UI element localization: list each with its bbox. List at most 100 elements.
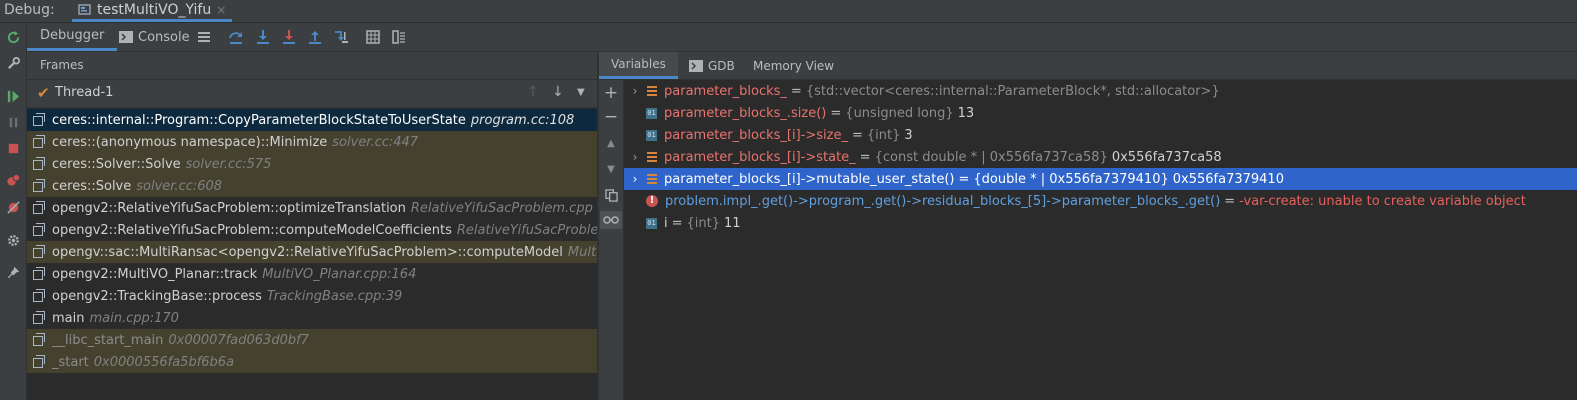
variable-row[interactable]: 01 i = {int} 11 <box>624 212 1577 234</box>
debug-label: Debug: <box>4 2 55 18</box>
rerun-icon[interactable] <box>4 28 22 46</box>
watches-glasses-icon[interactable] <box>600 211 622 229</box>
next-frame-arrow-icon[interactable]: ↓ <box>552 84 564 100</box>
variables-tree: › parameter_blocks_ = {std::vector<ceres::i… <box>624 80 1577 400</box>
stack-frame-row[interactable]: opengv2::MultiVO_Planar::track MultiVO_Pl… <box>27 263 597 285</box>
run-config-icon <box>78 3 91 15</box>
variable-value: 0x556fa7379410 <box>1172 171 1284 187</box>
debug-session-title: testMultiVO_Yifu <box>97 1 212 18</box>
stack-frame-row[interactable]: ceres::internal::Program::CopyParameterB… <box>27 109 597 131</box>
stack-frame-icon <box>33 333 47 347</box>
variable-value: 11 <box>724 215 741 231</box>
stack-frame-location: main.cpp:170 <box>89 310 179 326</box>
variable-error-message: -var-create: unable to create variable o… <box>1239 193 1526 209</box>
stack-frame-location: 0x0000556fa5bf6b6a <box>93 354 235 370</box>
variable-row[interactable]: › parameter_blocks_ = {std::vector<ceres::i… <box>624 80 1577 102</box>
stack-frame-row[interactable]: __libc_start_main 0x00007fad063d0bf7 <box>27 329 597 351</box>
variable-name: parameter_blocks_[i]->state_ <box>664 149 856 165</box>
stack-frame-icon <box>33 245 47 259</box>
check-icon: ✔ <box>37 84 50 102</box>
stack-frame-icon <box>33 113 47 127</box>
stack-frame-row[interactable]: _start 0x0000556fa5bf6b6a <box>27 351 597 373</box>
stack-frame-icon <box>33 355 47 369</box>
variable-value: 0x556fa737ca58 <box>1111 149 1222 165</box>
tab-console[interactable]: Console <box>113 23 196 51</box>
restore-layout-icon[interactable] <box>390 28 408 46</box>
expand-chevron-icon[interactable]: › <box>624 172 646 186</box>
stack-frame-row[interactable]: ceres::Solve solver.cc:608 <box>27 175 597 197</box>
field-icon <box>647 152 657 162</box>
stack-frame-row[interactable]: ceres::Solver::Solve solver.cc:575 <box>27 153 597 175</box>
stack-frame-function: ceres::Solver::Solve <box>52 156 181 172</box>
equals-sign: = <box>1224 193 1236 209</box>
stack-frame-icon <box>33 289 47 303</box>
stack-frame-function: opengv2::RelativeYifuSacProblem::compute… <box>52 222 452 238</box>
force-step-into-icon[interactable] <box>280 28 298 46</box>
mute-breakpoints-icon[interactable] <box>4 198 22 216</box>
tab-variables[interactable]: Variables <box>599 52 678 79</box>
copy-icon[interactable] <box>602 186 620 204</box>
stack-frame-location: MultiRansac.hpp <box>567 244 597 260</box>
remove-watch-icon[interactable]: − <box>602 108 620 126</box>
stack-frame-function: main <box>52 310 85 326</box>
evaluate-table-icon[interactable] <box>364 28 382 46</box>
tab-console-label: Console <box>138 29 190 45</box>
step-out-icon[interactable] <box>306 28 324 46</box>
variable-row[interactable]: › parameter_blocks_[i]->mutable_user_stat… <box>624 168 1577 190</box>
variable-type: {unsigned long} <box>845 105 954 121</box>
pause-icon[interactable] <box>4 113 22 131</box>
pin-icon[interactable] <box>4 263 22 281</box>
move-down-icon[interactable]: ▼ <box>602 161 620 179</box>
stack-frame-icon <box>33 311 47 325</box>
tab-gdb[interactable]: GDB <box>677 52 747 79</box>
step-over-icon[interactable] <box>227 28 245 46</box>
variable-type: {std::vector<ceres::internal::ParameterB… <box>805 83 1220 99</box>
variable-name: problem.impl_.get()->program_.get()->res… <box>665 193 1221 209</box>
stack-frame-row[interactable]: opengv2::RelativeYifuSacProblem::compute… <box>27 219 597 241</box>
stack-frame-function: __libc_start_main <box>52 332 164 348</box>
previous-frame-arrow-icon[interactable]: ↑ <box>527 84 539 100</box>
expand-chevron-icon[interactable]: › <box>624 150 646 164</box>
variables-header: Variables GDB Memory View <box>599 52 1577 80</box>
stack-frame-row[interactable]: opengv::sac::MultiRansac<opengv2::Relati… <box>27 241 597 263</box>
variable-type: {double * | 0x556fa7379410} <box>973 171 1169 187</box>
view-breakpoints-icon[interactable] <box>4 171 22 189</box>
stop-icon[interactable] <box>4 139 22 157</box>
run-to-cursor-icon[interactable] <box>332 28 350 46</box>
gear-icon[interactable] <box>4 231 22 249</box>
stack-frame-row[interactable]: ceres::(anonymous namespace)::Minimize so… <box>27 131 597 153</box>
primitive-value-icon: 01 <box>646 107 657 119</box>
debug-actions-toolbar <box>0 23 27 400</box>
tab-memory-view[interactable]: Memory View <box>741 52 846 79</box>
step-into-icon[interactable] <box>254 28 272 46</box>
tab-debugger[interactable]: Debugger <box>27 23 118 51</box>
stack-frame-function: ceres::internal::Program::CopyParameterB… <box>52 112 466 128</box>
move-up-icon[interactable]: ▲ <box>602 135 620 153</box>
add-watch-icon[interactable]: + <box>602 84 620 102</box>
settings-wrench-icon[interactable] <box>4 54 22 72</box>
equals-sign: = <box>671 215 683 231</box>
variable-name: parameter_blocks_[i]->size_ <box>664 127 848 143</box>
stack-frame-icon <box>33 179 47 193</box>
stack-frame-row[interactable]: main main.cpp:170 <box>27 307 597 329</box>
variable-row[interactable]: ! problem.impl_.get()->program_.get()->re… <box>624 190 1577 212</box>
variable-row[interactable]: 01 parameter_blocks_[i]->size_ = {int} 3 <box>624 124 1577 146</box>
variable-row[interactable]: › parameter_blocks_[i]->state_ = {const dou… <box>624 146 1577 168</box>
stack-frame-row[interactable]: opengv2::TrackingBase::process TrackingBa… <box>27 285 597 307</box>
equals-sign: = <box>859 149 871 165</box>
debug-session-tab[interactable]: testMultiVO_Yifu × <box>72 0 233 22</box>
layout-icon[interactable] <box>195 28 213 46</box>
thread-selector[interactable]: ✔ Thread-1 ↑ ↓ ▼ <box>27 80 597 108</box>
stack-frame-location: RelativeYifuSacProblem.cpp <box>456 222 597 238</box>
stack-frame-row[interactable]: opengv2::RelativeYifuSacProblem::optimiz… <box>27 197 597 219</box>
frames-title: Frames <box>40 58 84 72</box>
frames-list: ceres::internal::Program::CopyParameterB… <box>27 109 597 400</box>
error-icon: ! <box>646 195 658 207</box>
variable-value: 3 <box>904 127 913 143</box>
variable-row[interactable]: 01 parameter_blocks_.size() = {unsigned lon… <box>624 102 1577 124</box>
resume-icon[interactable] <box>4 87 22 105</box>
close-icon[interactable]: × <box>216 3 226 17</box>
expand-chevron-icon[interactable]: › <box>624 84 646 98</box>
chevron-down-icon[interactable]: ▼ <box>577 87 585 98</box>
tab-memory-view-label: Memory View <box>753 58 835 73</box>
